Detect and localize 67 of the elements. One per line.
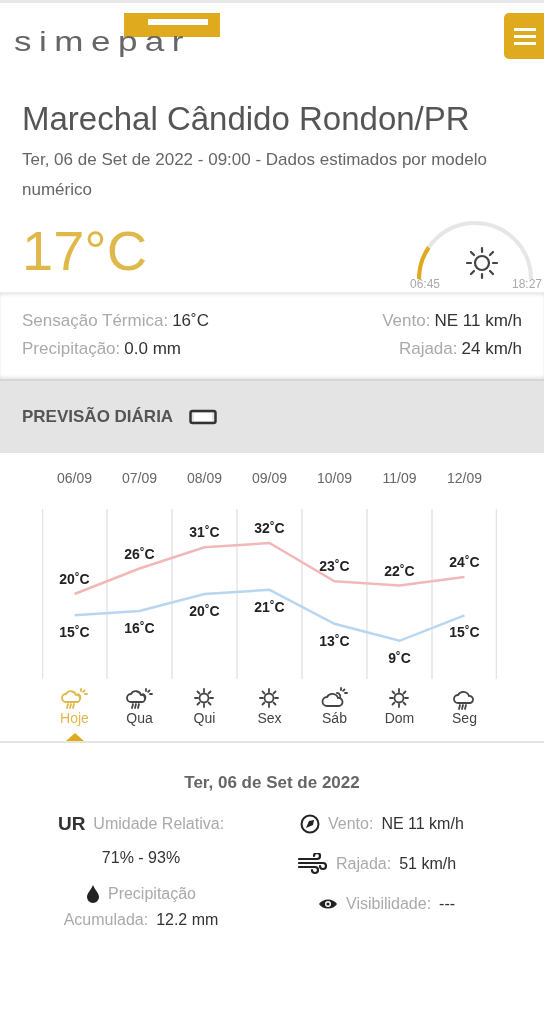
temperature-label: 16˚C: [124, 620, 155, 636]
day-tab[interactable]: Sáb: [302, 687, 367, 741]
drop-icon: [85, 884, 100, 904]
humidity-abbr: UR: [57, 812, 86, 836]
temperature-label: 26˚C: [124, 545, 155, 562]
detail-value: NE 11 km/h: [381, 814, 464, 834]
detail-label: Vento:: [328, 814, 374, 834]
forecast-date: 07/09: [122, 470, 157, 486]
temperature-label: 20˚C: [189, 603, 220, 619]
temperature-label: 15˚C: [449, 624, 480, 641]
cloud-sun-icon: [321, 687, 348, 710]
detail-value: 71% - 93%: [101, 848, 181, 868]
stat-label: Vento:: [382, 311, 431, 330]
detail-label: Precipitação: [107, 884, 196, 904]
stat-value: 16˚C: [172, 311, 209, 330]
compass-icon: [300, 814, 320, 834]
day-tab[interactable]: Seg: [432, 687, 497, 741]
eye-icon: [318, 897, 338, 911]
sun-progress-arc: [417, 246, 431, 280]
selected-caret-icon: [65, 733, 84, 741]
detail-label: Acumulada:: [63, 910, 149, 930]
location-title: Marechal Cândido Rondon/PR: [22, 99, 471, 139]
details-date: Ter, 06 de Set de 2022: [183, 773, 361, 793]
menu-button[interactable]: [504, 13, 544, 59]
wind-icon: [298, 853, 328, 875]
temperature-label: 21˚C: [254, 598, 285, 615]
stat-label: Rajada:: [398, 339, 458, 358]
sun-icon: [465, 246, 499, 280]
sunrise-time: 06:45: [410, 277, 441, 291]
stat-value: 0.0 mm: [124, 339, 181, 358]
detail-value: 12.2 mm: [156, 910, 219, 930]
stat-label: Sensação Térmica:: [22, 311, 169, 330]
temperature-label: 20˚C: [59, 571, 90, 587]
temperature-label: 31˚C: [189, 524, 220, 541]
temperature-label: 9˚C: [388, 649, 411, 666]
temperature-label: 23˚C: [319, 558, 350, 575]
day-tab[interactable]: Dom: [367, 687, 432, 741]
temperature-label: 15˚C: [59, 624, 90, 641]
detail-label: Rajada:: [336, 854, 392, 874]
day-tab[interactable]: Qui: [172, 687, 237, 741]
sunset-time: 18:27: [511, 277, 542, 291]
detail-value: 51 km/h: [399, 854, 457, 874]
menu-icon: [514, 27, 536, 45]
forecast-date: 11/09: [382, 470, 417, 486]
forecast-date: 08/09: [187, 470, 222, 486]
forecast-date: 06/09: [57, 470, 92, 486]
forecast-date: 09/09: [252, 470, 287, 486]
stat-value: 24 km/h: [461, 339, 522, 358]
temperature-label: 13˚C: [319, 632, 350, 649]
temperature-label: 22˚C: [384, 562, 415, 579]
day-tab[interactable]: Qua: [107, 687, 172, 741]
phone-landscape-icon: [189, 409, 218, 425]
location-subtitle: Ter, 06 de Set de 2022 - 09:00 - Dados estimados por modelo numérico: [22, 149, 488, 201]
section-title: PREVISÃO DIÁRIA: [22, 407, 174, 427]
rain-cloud-sun-icon: [126, 687, 153, 710]
forecast-date: 12/09: [447, 470, 482, 486]
forecast-date: 10/09: [317, 470, 352, 486]
day-tab[interactable]: Sex: [237, 687, 302, 741]
stat-value: NE 11 km/h: [434, 311, 522, 330]
temperature-label: 24˚C: [449, 554, 480, 570]
detail-value: ---: [439, 894, 456, 914]
stat-label: Precipitação:: [22, 339, 121, 358]
detail-label: Visibilidade:: [346, 894, 432, 914]
current-temperature: 17°C: [22, 219, 148, 283]
rain-cloud-sun-icon: [61, 687, 88, 710]
detail-label: Umidade Relativa:: [93, 814, 225, 834]
temperature-label: 32˚C: [254, 520, 285, 536]
